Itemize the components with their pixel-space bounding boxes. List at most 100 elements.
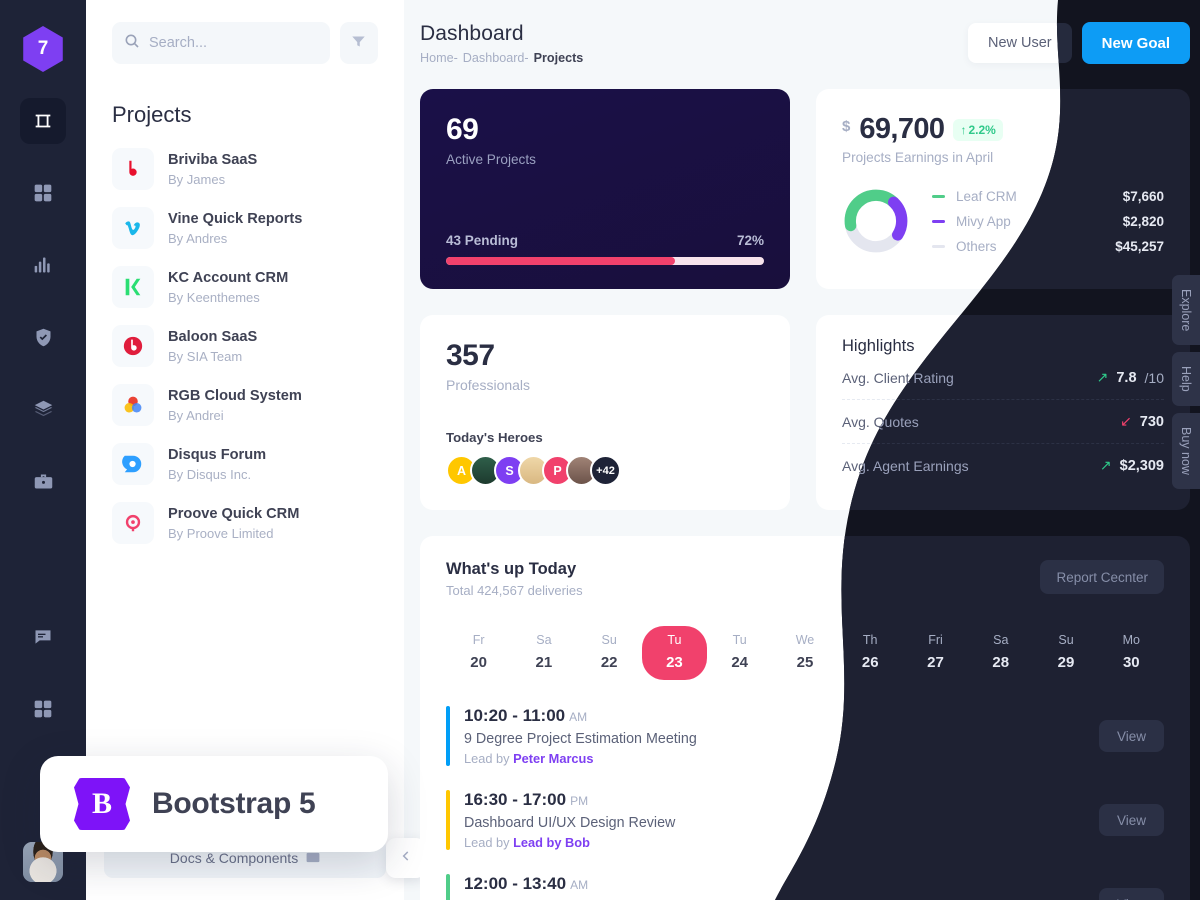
- day-cell[interactable]: We 25: [772, 626, 837, 680]
- list-item[interactable]: Vine Quick Reports By Andres: [112, 207, 378, 249]
- shield-check-icon: [33, 327, 54, 348]
- list-item[interactable]: Baloon SaaS By SIA Team: [112, 325, 378, 367]
- table-row: Avg. Agent Earnings ↗$2,309: [842, 444, 1164, 487]
- day-name: Tu: [667, 633, 682, 647]
- day-number: 25: [796, 654, 814, 671]
- promo-badge[interactable]: B Bootstrap 5: [40, 756, 388, 852]
- list-item[interactable]: KC Account CRM By Keenthemes: [112, 266, 378, 308]
- day-number: 23: [666, 654, 683, 671]
- breadcrumb-item[interactable]: Home-: [420, 51, 458, 65]
- view-button[interactable]: View: [1099, 804, 1164, 836]
- project-owner: By SIA Team: [168, 348, 243, 364]
- time-range: 12:00 - 13:40: [464, 874, 567, 893]
- list-item[interactable]: Proove Quick CRM By Proove Limited: [112, 502, 378, 544]
- box-icon: [32, 110, 54, 132]
- app-logo-text: 7: [37, 38, 49, 59]
- row-value: 730: [1139, 413, 1164, 430]
- search-box[interactable]: [112, 22, 330, 64]
- grid-icon: [33, 183, 53, 203]
- day-cell-active[interactable]: Tu 23: [641, 626, 708, 680]
- search-row: [112, 22, 378, 64]
- status-badge: ↑2.2%: [953, 118, 1003, 141]
- project-name: Baloon SaaS: [168, 329, 258, 346]
- view-button[interactable]: View: [1099, 720, 1164, 752]
- project-owner: By Keenthemes: [168, 289, 260, 305]
- project-name: KC Account CRM: [168, 270, 289, 287]
- lead-name[interactable]: Peter Marcus: [513, 751, 593, 766]
- day-name: Mo: [1122, 633, 1140, 647]
- legend-label: Others: [956, 238, 997, 254]
- day-cell[interactable]: Fri 27: [903, 626, 968, 680]
- rail-item-chat[interactable]: [20, 614, 66, 660]
- promo-badge-text: Bootstrap 5: [152, 787, 316, 820]
- progress-fill: [446, 257, 675, 265]
- rail-item-grid[interactable]: [20, 170, 66, 216]
- new-goal-button-dark[interactable]: New Goal: [1082, 22, 1190, 64]
- rail-item-analytics[interactable]: [20, 242, 66, 288]
- day-cell[interactable]: Su 22: [577, 626, 642, 680]
- project-owner: By Andres: [168, 230, 228, 246]
- search-input[interactable]: [149, 35, 318, 51]
- day-cell[interactable]: Th 26: [838, 626, 903, 680]
- project-owner: By Disqus Inc.: [168, 466, 252, 482]
- day-name: Fri: [928, 633, 943, 647]
- list-item[interactable]: Disqus Forum By Disqus Inc.: [112, 443, 378, 485]
- breadcrumb-item[interactable]: Dashboard-: [463, 51, 529, 65]
- tab-explore[interactable]: Explore: [1172, 275, 1200, 346]
- schedule-time: 10:20 - 11:00AM: [464, 706, 697, 726]
- filter-button[interactable]: [339, 22, 378, 64]
- day-name: Sa: [993, 633, 1009, 647]
- schedule-title: 9 Degree Project Estimation Meeting: [464, 731, 697, 747]
- rail-item-layers[interactable]: [20, 386, 66, 432]
- new-user-button[interactable]: New User: [967, 23, 1072, 63]
- app-logo[interactable]: 7: [23, 26, 63, 72]
- lead-prefix: Lead by: [464, 835, 510, 850]
- list-item[interactable]: RGB Cloud System By Andrei: [112, 384, 378, 426]
- briefcase-icon: [33, 471, 54, 492]
- professionals-label: Professionals: [446, 377, 531, 393]
- rail-item-security[interactable]: [20, 314, 66, 360]
- time-range: 16:30 - 17:00: [464, 790, 567, 809]
- donut-chart: [844, 189, 908, 253]
- view-button[interactable]: View: [1099, 888, 1164, 900]
- schedule-color-bar: [446, 874, 450, 900]
- list-item[interactable]: Briviba SaaS By James: [112, 148, 378, 190]
- day-cell[interactable]: Fr 20: [446, 626, 511, 680]
- project-owner: By James: [168, 171, 226, 187]
- day-cell[interactable]: Sa 21: [511, 626, 576, 680]
- rail-item-box[interactable]: [20, 98, 66, 144]
- legend-swatch: [932, 219, 945, 223]
- schedule-title: Dashboard UI/UX Design Review: [464, 815, 676, 831]
- breadcrumb-item-current: Projects: [533, 51, 584, 65]
- meridiem: AM: [569, 710, 588, 724]
- avatar-overflow[interactable]: +42: [590, 455, 621, 486]
- layers-icon: [33, 399, 54, 420]
- report-center-button-dark[interactable]: Report Cecnter: [1040, 560, 1164, 594]
- schedule-time: 16:30 - 17:00PM: [464, 790, 675, 810]
- row-value: $2,309: [1119, 457, 1164, 474]
- bootstrap-icon: B: [74, 778, 130, 830]
- tab-buy-now[interactable]: Buy now: [1172, 413, 1200, 490]
- meridiem: PM: [570, 794, 589, 808]
- day-cell[interactable]: Sa 28: [968, 626, 1033, 680]
- row-value-group: ↗ 7.8/10: [1097, 369, 1164, 386]
- rail-item-projects[interactable]: [20, 458, 66, 504]
- legend-value: $2,820: [1122, 213, 1164, 229]
- day-cell[interactable]: Mo 30: [1099, 626, 1164, 680]
- professionals-value: 357: [446, 339, 495, 372]
- arrow-up-icon: ↑: [960, 122, 967, 137]
- tab-help[interactable]: Help: [1172, 352, 1200, 407]
- meridiem: AM: [570, 878, 589, 892]
- rail-item-apps[interactable]: [20, 686, 66, 732]
- lead-name[interactable]: Lead by Bob: [513, 835, 590, 850]
- legend-swatch: [932, 244, 945, 248]
- arrow-up-right-icon: ↗: [1096, 369, 1109, 385]
- schedule-color-bar: [446, 706, 450, 766]
- schedule-color-bar: [446, 790, 450, 850]
- day-cell[interactable]: Tu 24: [707, 626, 772, 680]
- arrow-up-right-icon: ↗: [1099, 457, 1112, 473]
- day-number: 26: [861, 654, 879, 671]
- project-name: RGB Cloud System: [168, 388, 302, 405]
- day-cell[interactable]: Su 29: [1033, 626, 1098, 680]
- legend-value: $45,257: [1115, 238, 1164, 254]
